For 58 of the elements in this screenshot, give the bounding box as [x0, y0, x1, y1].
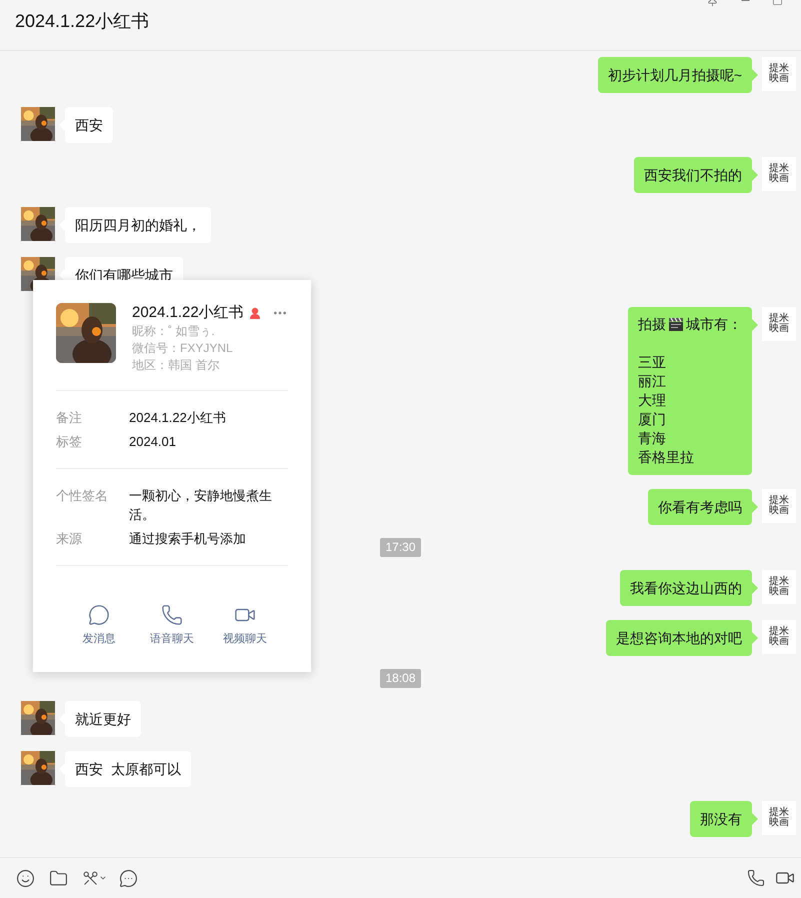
message-text: 阳历四月初的婚礼， — [75, 217, 201, 233]
contact-name: 2024.1.22小红书 — [132, 303, 244, 323]
field-label: 标签 — [56, 433, 83, 451]
logo-text: 映画 — [769, 174, 789, 184]
logo-text: 映画 — [769, 506, 789, 516]
logo-text: 映画 — [769, 324, 789, 334]
logo-text: 提米 — [769, 496, 789, 506]
message-text: 你看有考虑吗 — [658, 499, 742, 515]
field-value: 2024.01 — [129, 433, 176, 451]
logo-text: 提米 — [769, 577, 789, 587]
folder-icon[interactable] — [49, 868, 68, 888]
message-text: 拍摄 — [638, 315, 666, 334]
message-text: 西安我们不拍的 — [644, 167, 742, 183]
contact-action-button[interactable]: 发消息 — [71, 604, 127, 648]
phone-icon[interactable] — [747, 869, 765, 887]
phone-icon — [161, 604, 183, 626]
contact-info: 昵称：˚ 如雪ぅ. — [132, 323, 216, 340]
message-text: 就近更好 — [75, 711, 131, 727]
message-text: 大理 — [638, 391, 667, 410]
message-text: 香格里拉 — [638, 448, 695, 467]
contact-action-button[interactable]: 语音聊天 — [144, 604, 200, 648]
scissors-icon[interactable] — [82, 868, 107, 888]
contact-info: 地区：韩国 首尔 — [132, 357, 220, 374]
message-text: 青海 — [638, 429, 667, 448]
message-text: 是想咨询本地的对吧 — [616, 630, 742, 646]
timestamp: 17:30 — [380, 538, 421, 557]
message-text: 我看你这边山西的 — [630, 580, 742, 596]
message-text: 初步计划几月拍摄呢~ — [608, 67, 742, 83]
timestamp: 18:08 — [380, 669, 421, 688]
logo-text: 提米 — [769, 808, 789, 818]
message-text: 西安 — [75, 117, 103, 133]
message-text: 西安 太原都可以 — [75, 761, 181, 777]
logo-text: 提米 — [769, 64, 789, 74]
logo-text: 映画 — [769, 637, 789, 647]
chat-bubble-icon — [88, 604, 110, 626]
contact-action-button[interactable]: 视频聊天 — [217, 604, 273, 648]
chat-bubble-icon[interactable] — [119, 868, 138, 888]
field-label: 个性签名 — [56, 487, 109, 505]
message-text: 丽江 — [638, 372, 667, 391]
field-label: 备注 — [56, 409, 83, 427]
message-text: 那没有 — [700, 811, 742, 827]
logo-text: 提米 — [769, 314, 789, 324]
field-value: 一颗初心，安静地慢煮生活。 — [129, 487, 273, 524]
contact-info: 微信号：FXYJYNL — [132, 340, 234, 357]
logo-text: 映画 — [769, 818, 789, 828]
logo-text: 提米 — [769, 164, 789, 174]
message-text: 三亚 — [638, 353, 667, 372]
logo-text: 映画 — [769, 587, 789, 597]
message-text: 厦门 — [638, 410, 667, 429]
message-text: 城市有： — [686, 315, 742, 334]
logo-text: 映画 — [769, 74, 789, 84]
clapperboard-icon — [668, 317, 684, 332]
field-label: 来源 — [56, 530, 83, 548]
window-title: 2024.1.22小红书 — [15, 10, 150, 33]
logo-text: 提米 — [769, 627, 789, 637]
emoji-icon[interactable] — [16, 868, 35, 888]
field-value: 2024.1.22小红书 — [129, 409, 226, 427]
field-value: 通过搜索手机号添加 — [129, 530, 246, 548]
